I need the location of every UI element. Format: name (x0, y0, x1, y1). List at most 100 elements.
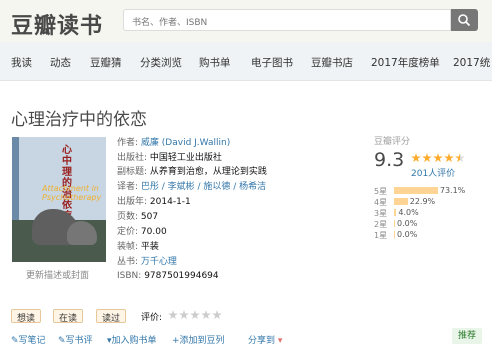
rating-bar-label: 3星 (374, 209, 388, 218)
write-note-label: 写笔记 (18, 336, 46, 346)
want-to-read-button[interactable]: 想读 (11, 309, 42, 324)
rating-bar-fill (394, 220, 395, 227)
year-value: 2014-1-1 (149, 197, 191, 207)
recommend-button[interactable]: 推荐 (452, 328, 482, 344)
empty-star-icon[interactable] (179, 310, 189, 320)
rating-bar-row: 3星 4.0% (374, 208, 492, 218)
search-box[interactable] (123, 9, 460, 33)
pencil-icon: ✎ (58, 336, 66, 346)
evaluate-stars[interactable] (168, 310, 223, 320)
author-link[interactable]: 威廉 (David J.Wallin) (141, 138, 230, 148)
star-icon (411, 153, 421, 163)
publisher-label: 出版社: (117, 153, 148, 163)
rating-score: 9.3 (374, 149, 405, 171)
binding-row: 装帧: 平装 (117, 242, 159, 253)
nav-item-my-reading[interactable]: 我读 (11, 55, 32, 70)
write-note-link[interactable]: ✎写笔记 (11, 333, 46, 346)
pages-value: 507 (140, 212, 159, 222)
empty-star-icon[interactable] (168, 310, 178, 320)
nav-item-annual-list[interactable]: 2017年度榜单 (371, 55, 440, 70)
rating-stars (411, 153, 467, 163)
reading-button[interactable]: 在读 (53, 309, 84, 324)
nav-item-ebooks[interactable]: 电子图书 (251, 55, 293, 70)
rating-bar-label: 2星 (374, 220, 388, 229)
share-link[interactable]: 分享到 ▾ (248, 333, 282, 346)
add-to-doulist-link[interactable]: +添加到豆列 (172, 333, 225, 346)
nav-item-annual-stats[interactable]: 2017统 (453, 55, 490, 70)
nav-item-bookstore[interactable]: 豆瓣书店 (311, 55, 353, 70)
subtitle-label: 副标题: (117, 167, 148, 177)
author-row: 作者: 威廉 (David J.Wallin) (117, 138, 230, 149)
rating-count-link[interactable]: 201人评价 (411, 166, 455, 179)
rating-bar-percent: 0.0% (397, 230, 418, 239)
empty-star-icon[interactable] (212, 310, 222, 320)
pages-row: 页数: 507 (117, 212, 158, 223)
subtitle-row: 副标题: 从养育到治愈，从理论到实践 (117, 167, 267, 178)
nav-item-categories[interactable]: 分类浏览 (140, 55, 182, 70)
series-label: 丛书: (117, 257, 139, 267)
rating-bar-label: 5星 (374, 187, 388, 196)
write-review-link[interactable]: ✎写书评 (58, 333, 93, 346)
book-title: 心理治疗中的依恋 (11, 110, 147, 130)
rating-bar-fill (394, 187, 438, 194)
empty-star-icon[interactable] (190, 310, 200, 320)
share-label: 分享到 (248, 336, 276, 346)
translator-label: 译者: (117, 182, 139, 192)
nav-item-activity[interactable]: 动态 (50, 55, 71, 70)
evaluate-label: 评价: (141, 313, 163, 323)
search-icon (458, 14, 471, 27)
star-icon (455, 153, 465, 163)
binding-label: 装帧: (117, 242, 139, 252)
rating-bar-fill (394, 231, 395, 238)
book-cover[interactable]: 心中理的治依疗恋 Attachment in Psychotherapy (12, 137, 106, 262)
add-to-cart-label: 加入购书单 (111, 336, 157, 346)
isbn-label: ISBN: (117, 271, 142, 281)
rating-bar-row: 4星 22.9% (374, 197, 492, 207)
rating-bar-fill (394, 209, 397, 216)
rating-bar-label: 4星 (374, 198, 388, 207)
pencil-icon: ✎ (11, 336, 19, 346)
add-to-doulist-label: 添加到豆列 (179, 336, 225, 346)
site-logo[interactable]: 豆瓣读书 (11, 8, 103, 40)
isbn-row: ISBN: 9787501994694 (117, 271, 219, 282)
nav-item-book-list[interactable]: 购书单 (199, 55, 231, 70)
price-row: 定价: 70.00 (117, 227, 167, 238)
rating-bar-row: 1星 0.0% (374, 230, 492, 240)
price-label: 定价: (117, 227, 139, 237)
rating-bar-row: 5星 73.1% (374, 186, 492, 196)
author-label: 作者: (117, 138, 139, 148)
rating-bar-percent: 4.0% (398, 208, 419, 217)
empty-star-icon[interactable] (201, 310, 211, 320)
star-icon (433, 153, 443, 163)
reading-label: 在读 (59, 314, 78, 324)
plus-icon: + (172, 336, 180, 346)
search-input[interactable] (124, 13, 460, 33)
series-row: 丛书: 万千心理 (117, 257, 177, 268)
rating-bar-label: 1星 (374, 231, 388, 240)
year-row: 出版年: 2014-1-1 (117, 197, 191, 208)
publisher-value: 中国轻工业出版社 (149, 153, 222, 163)
star-icon (444, 153, 454, 163)
translator-links[interactable]: 巴彤 / 李斌彬 / 施以德 / 杨希洁 (141, 182, 266, 192)
price-value: 70.00 (140, 227, 167, 237)
write-review-label: 写书评 (65, 336, 93, 346)
isbn-value: 9787501994694 (144, 271, 219, 281)
rating-bar-percent: 22.9% (409, 197, 436, 206)
subtitle-value: 从养育到治愈，从理论到实践 (149, 167, 267, 177)
rating-bar-percent: 0.0% (397, 219, 418, 228)
nav-item-guess[interactable]: 豆瓣猜 (90, 55, 122, 70)
search-button[interactable] (451, 9, 478, 31)
site-header: 豆瓣读书 (0, 0, 492, 42)
want-to-read-label: 想读 (17, 314, 36, 324)
rating-bar-percent: 73.1% (439, 186, 466, 195)
rating-bar-row: 2星 0.0% (374, 219, 492, 229)
have-read-label: 读过 (102, 314, 121, 324)
series-link[interactable]: 万千心理 (141, 257, 177, 267)
rating-label: 豆瓣评分 (374, 137, 411, 147)
rating-bar-fill (394, 198, 408, 205)
update-cover-link[interactable]: 更新描述或封面 (26, 268, 89, 281)
add-to-cart-link[interactable]: ▾加入购书单 (107, 333, 157, 346)
have-read-button[interactable]: 读过 (96, 309, 127, 324)
publisher-row: 出版社: 中国轻工业出版社 (117, 153, 222, 164)
year-label: 出版年: (117, 197, 148, 207)
